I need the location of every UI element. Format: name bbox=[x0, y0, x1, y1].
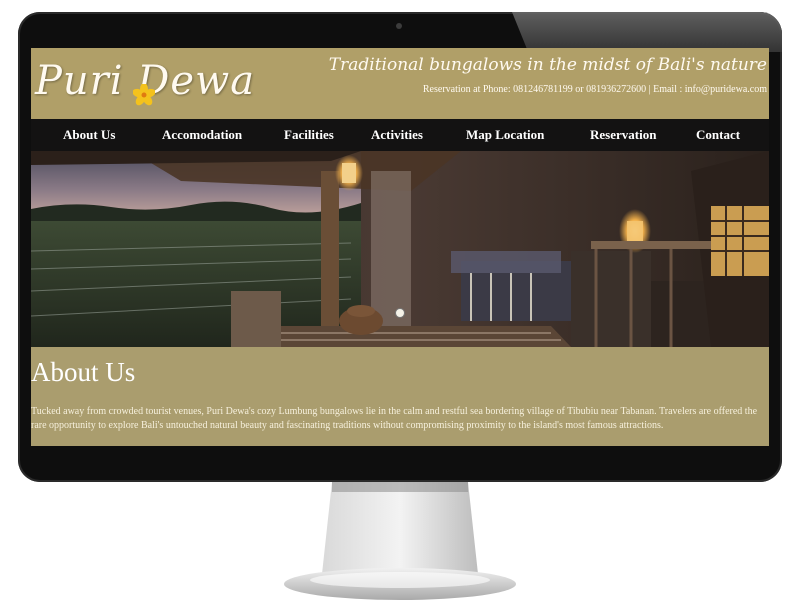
nav-contact[interactable]: Contact bbox=[696, 127, 740, 143]
main-nav: About Us Accomodation Facilities Activit… bbox=[31, 119, 769, 151]
hero-slider-image[interactable] bbox=[31, 151, 769, 347]
website-screen: Puri Dewa Traditional bungalows in the m… bbox=[31, 48, 769, 446]
monitor-stand-base bbox=[284, 568, 516, 600]
nav-about-us[interactable]: About Us bbox=[63, 127, 115, 143]
reservation-contact-line: Reservation at Phone: 081246781199 or 08… bbox=[422, 84, 767, 95]
frangipani-flower-icon bbox=[133, 84, 155, 106]
site-tagline: Traditional bungalows in the midst of Ba… bbox=[328, 55, 767, 75]
nav-map-location[interactable]: Map Location bbox=[466, 127, 544, 143]
nav-facilities[interactable]: Facilities bbox=[284, 127, 334, 143]
monitor-stand-neck bbox=[322, 482, 478, 574]
nav-accomodation[interactable]: Accomodation bbox=[162, 127, 242, 143]
nav-reservation[interactable]: Reservation bbox=[590, 127, 656, 143]
site-header: Puri Dewa Traditional bungalows in the m… bbox=[31, 48, 769, 119]
bezel-glare bbox=[512, 12, 782, 52]
slider-dot-active[interactable] bbox=[395, 308, 405, 318]
nav-activities[interactable]: Activities bbox=[371, 127, 423, 143]
site-logo[interactable]: Puri Dewa bbox=[35, 58, 295, 114]
about-paragraph: Tucked away from crowded tourist venues,… bbox=[31, 406, 758, 431]
webcam-icon bbox=[396, 23, 402, 29]
page-title: About Us bbox=[31, 357, 136, 387]
